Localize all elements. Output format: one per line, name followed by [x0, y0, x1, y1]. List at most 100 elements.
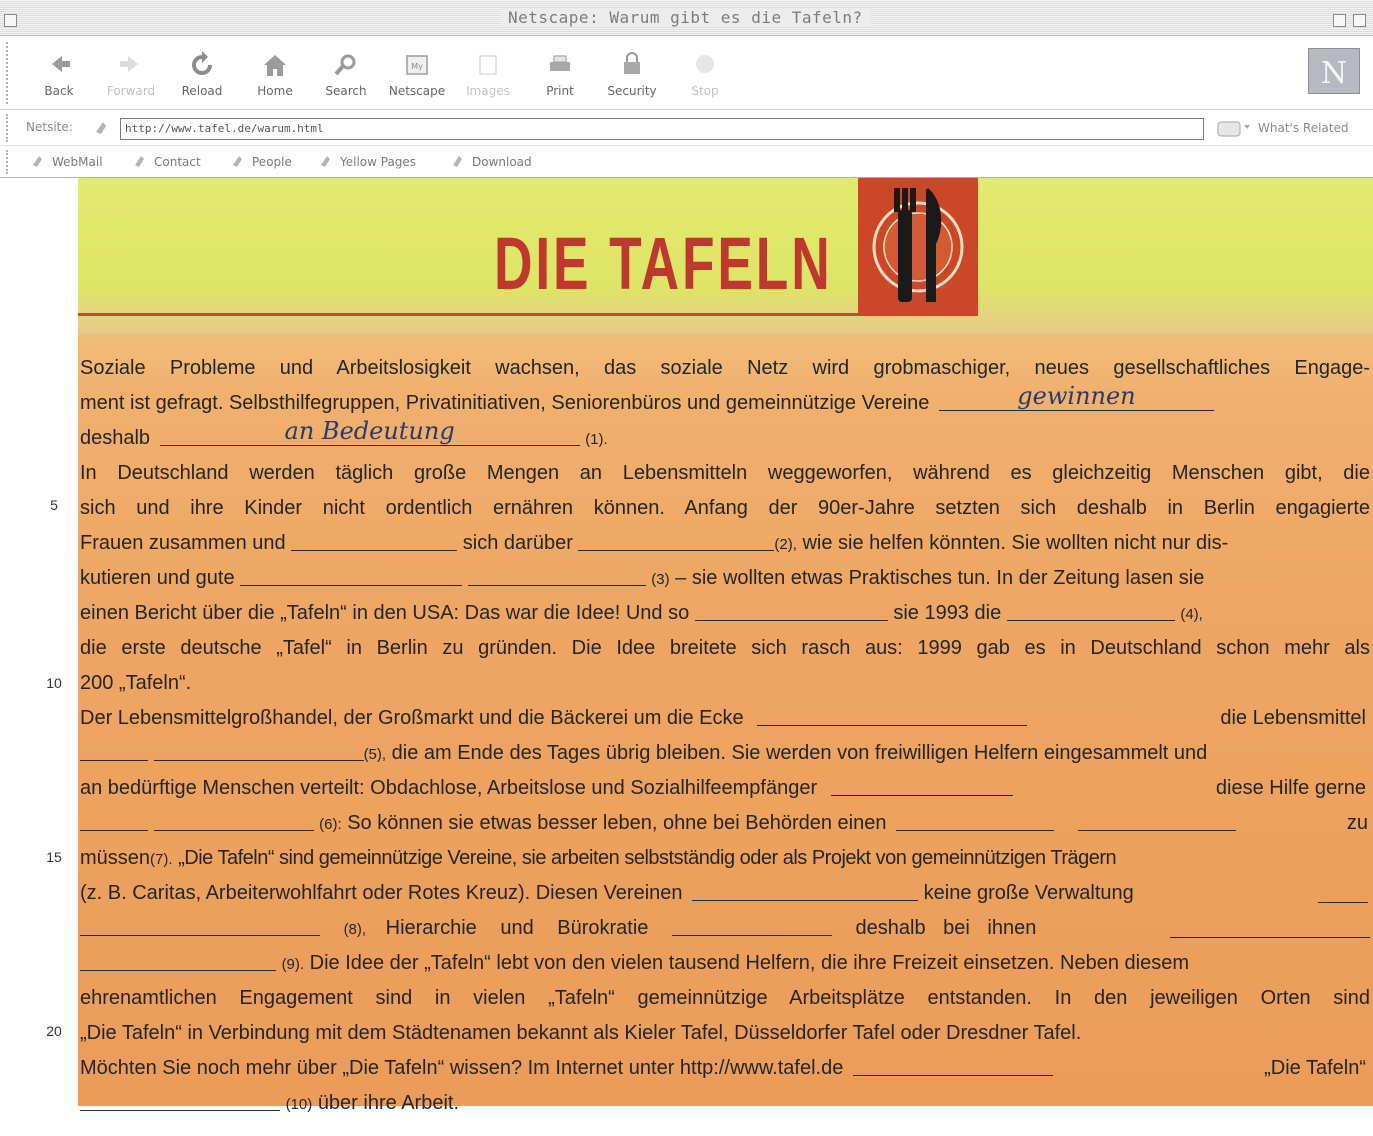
whats-related-button[interactable]: What's Related [1212, 118, 1368, 140]
line-text: „Die Tafeln“ in Verbindung mit dem Städt… [80, 1022, 1082, 1044]
toolbar-grip[interactable] [6, 42, 10, 104]
line-text: Soziale Probleme und Arbeitslosigkeit wa… [80, 357, 1370, 379]
netscape-logo[interactable]: N [1308, 48, 1360, 94]
answer-blank[interactable] [694, 601, 888, 621]
blank-number: (3) [651, 571, 670, 588]
text-line: Der Lebensmittelgroßhandel, der Großmark… [80, 701, 1370, 735]
bookmark-icon [233, 156, 242, 167]
line-text: sie 1993 die [893, 602, 1002, 624]
answer-blank[interactable]: an Bedeutung [159, 419, 580, 446]
zoom-box-button[interactable] [1333, 14, 1346, 27]
line-text: So können sie etwas besser leben, ohne b… [347, 812, 887, 834]
answer-blank[interactable] [1170, 918, 1370, 938]
answer-blank[interactable] [896, 811, 1055, 831]
line-text: ehrenamtlichen Engagement sind in vielen… [80, 987, 1370, 1009]
answer-blank[interactable] [852, 1056, 1053, 1076]
stop-label: Stop [691, 84, 719, 98]
answer-blank[interactable] [240, 566, 463, 586]
reload-button[interactable]: Reload [167, 50, 237, 104]
people-link[interactable]: People [230, 153, 292, 171]
answer-blank[interactable] [153, 811, 314, 831]
images-button[interactable]: Images [453, 50, 523, 104]
close-box-button[interactable] [4, 14, 17, 27]
netscape-label: Netscape [388, 84, 446, 98]
security-button[interactable]: Security [597, 50, 667, 104]
blank-number: (9). [281, 956, 305, 973]
svg-text:My: My [411, 62, 423, 71]
bookmark-icon [453, 156, 462, 167]
download-link[interactable]: Download [450, 153, 532, 171]
webmail-link[interactable]: WebMail [30, 153, 103, 171]
answer-blank[interactable] [80, 811, 148, 831]
home-label: Home [257, 84, 293, 98]
answer-blank[interactable] [578, 531, 775, 551]
answer-blank[interactable] [80, 951, 276, 971]
blank-number: (8), [343, 921, 367, 938]
line-text: die am Ende des Tages übrig bleiben. Sie… [391, 742, 1208, 764]
line-text: „Die Tafeln“ sind gemeinnützige Vereine,… [178, 847, 1117, 869]
line-text: sich darüber [462, 532, 573, 554]
bookmark-icon [321, 156, 330, 167]
answer-blank[interactable] [467, 566, 646, 586]
answer-blank[interactable] [1318, 883, 1368, 903]
answer-blank[interactable] [757, 706, 1028, 726]
contact-link[interactable]: Contact [132, 153, 201, 171]
answer-blank[interactable]: gewinnen [938, 384, 1214, 411]
back-button[interactable]: Back [24, 50, 94, 104]
reload-label: Reload [181, 84, 223, 98]
location-grip[interactable] [6, 114, 10, 142]
whats-related-icon [1217, 121, 1250, 137]
answer-blank[interactable] [80, 741, 148, 761]
line-text: – sie wollten etwas Praktisches tun. In … [675, 567, 1205, 589]
netsite-label: Netsite: [26, 120, 73, 134]
forward-button[interactable]: Forward [96, 50, 166, 104]
line-text: Der Lebensmittelgroßhandel, der Großmark… [80, 707, 744, 729]
answer-blank[interactable] [692, 881, 919, 901]
blank-number: (10) [285, 1096, 313, 1113]
search-label: Search [325, 84, 367, 98]
plate-cutlery-icon [872, 188, 964, 302]
handwritten-answer: an Bedeutung [284, 417, 455, 445]
search-button[interactable]: Search [311, 50, 381, 104]
home-button[interactable]: Home [240, 50, 310, 104]
collapse-box-button[interactable] [1353, 14, 1366, 27]
line-text: deshalb bei ihnen [855, 917, 1037, 939]
bookmark-icon[interactable] [92, 118, 114, 138]
answer-blank[interactable] [153, 741, 364, 761]
tafel-logo [858, 178, 978, 316]
answer-blank[interactable] [80, 1091, 280, 1111]
answer-blank[interactable] [80, 916, 320, 936]
line-text: „Die Tafeln“ [1264, 1057, 1366, 1079]
text-line: 200 „Tafeln“. [80, 666, 1370, 700]
answer-blank[interactable] [671, 916, 832, 936]
text-line: (z. B. Caritas, Arbeiterwohlfahrt oder R… [80, 876, 1370, 910]
stop-button[interactable]: Stop [670, 50, 740, 104]
page-margin [0, 178, 78, 1136]
text-line: kutieren und gute (3) – sie wollten etwa… [80, 561, 1370, 595]
text-line: deshalb an Bedeutung (1). [80, 419, 1370, 455]
text-line: die erste deutsche „Tafel“ in Berlin zu … [80, 631, 1370, 665]
stop-icon [696, 55, 714, 73]
handwritten-answer: gewinnen [1017, 382, 1136, 410]
yellow-pages-link[interactable]: Yellow Pages [318, 153, 416, 171]
print-icon [550, 55, 570, 71]
answer-blank[interactable] [830, 776, 1013, 796]
line-text: die Lebensmittel [1220, 707, 1366, 729]
answer-blank[interactable] [1006, 601, 1175, 621]
answer-blank[interactable] [291, 531, 458, 551]
answer-blank[interactable] [1077, 811, 1236, 831]
print-label: Print [546, 84, 574, 98]
text-line: (5), die am Ende des Tages übrig bleiben… [80, 736, 1370, 770]
text-line: (8), Hierarchie und Bürokratie deshalb b… [80, 911, 1370, 945]
webmail-label: WebMail [52, 155, 103, 169]
text-line: (9). Die Idee der „Tafeln“ lebt von den … [80, 946, 1370, 980]
personal-toolbar: WebMail Contact People Yellow Pages Down… [0, 146, 1373, 178]
window-titlebar[interactable]: Netscape: Warum gibt es die Tafeln? [0, 0, 1373, 36]
line-number: 15 [46, 849, 62, 865]
personal-grip[interactable] [6, 150, 10, 174]
url-field[interactable]: http://www.tafel.de/warum.html [120, 118, 1204, 140]
print-button[interactable]: Print [525, 50, 595, 104]
line-text: In Deutschland werden täglich große Meng… [80, 462, 1370, 484]
my-netscape-button[interactable]: My Netscape [382, 50, 452, 104]
svg-text:N: N [1321, 56, 1347, 91]
